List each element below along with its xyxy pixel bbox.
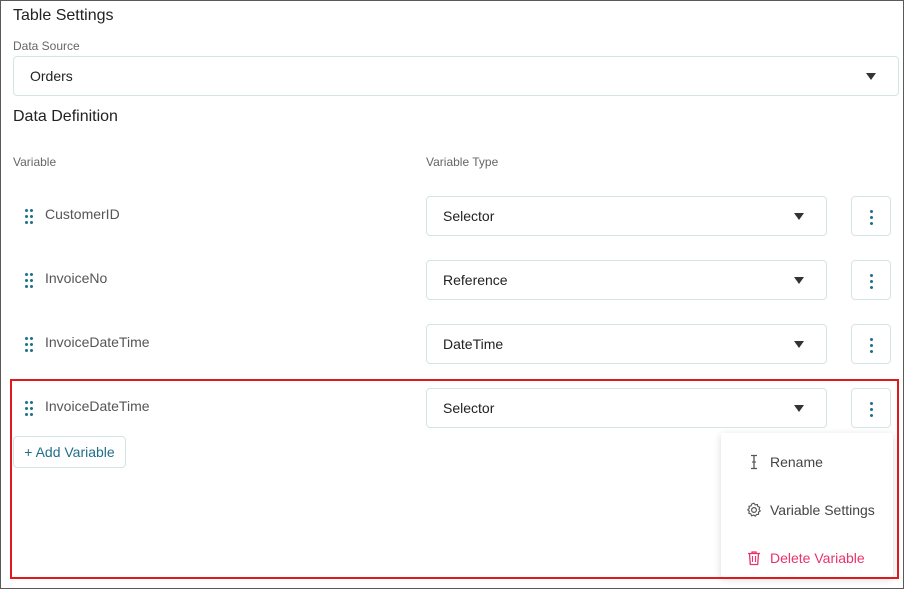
chevron-down-icon [794,341,804,348]
data-source-value: Orders [30,68,73,84]
variable-column-header: Variable [13,155,57,169]
drag-handle-icon[interactable] [23,208,35,224]
variable-type-select[interactable]: Reference [426,260,827,300]
drag-handle-icon[interactable] [23,336,35,352]
menu-item-label: Variable Settings [770,502,875,518]
more-options-button[interactable] [851,388,891,428]
chevron-down-icon [794,405,804,412]
menu-item-label: Rename [770,454,823,470]
variable-name: InvoiceNo [45,270,108,286]
table-settings-title: Table Settings [13,7,114,24]
variable-type-value: DateTime [443,336,504,352]
chevron-down-icon [794,277,804,284]
data-definition-title: Data Definition [13,108,118,125]
menu-item-label: Delete Variable [770,550,865,566]
chevron-down-icon [866,73,876,80]
variable-type-value: Selector [443,208,495,224]
variable-name: CustomerID [45,206,120,222]
variable-name: InvoiceDateTime [45,334,150,350]
menu-item-rename[interactable]: Rename [721,442,893,482]
table-settings-panel: Table Settings Data Source Orders Data D… [0,0,904,589]
context-menu: Rename Variable Settings Delete Variable [721,433,893,577]
drag-handle-icon[interactable] [23,400,35,416]
data-source-label: Data Source [13,39,80,53]
variable-name: InvoiceDateTime [45,398,150,414]
data-source-select[interactable]: Orders [13,56,899,96]
variable-type-value: Reference [443,272,508,288]
more-options-button[interactable] [851,260,891,300]
variable-type-select[interactable]: Selector [426,196,827,236]
text-cursor-icon [745,453,763,471]
add-variable-button[interactable]: + Add Variable [13,436,126,468]
menu-item-variable-settings[interactable]: Variable Settings [721,490,893,530]
variable-type-column-header: Variable Type [426,155,499,169]
drag-handle-icon[interactable] [23,272,35,288]
menu-item-delete-variable[interactable]: Delete Variable [721,538,893,578]
more-options-button[interactable] [851,196,891,236]
gear-icon [745,501,763,519]
variable-type-select[interactable]: DateTime [426,324,827,364]
trash-icon [745,549,763,567]
chevron-down-icon [794,213,804,220]
more-options-button[interactable] [851,324,891,364]
variable-type-select[interactable]: Selector [426,388,827,428]
variable-type-value: Selector [443,400,495,416]
